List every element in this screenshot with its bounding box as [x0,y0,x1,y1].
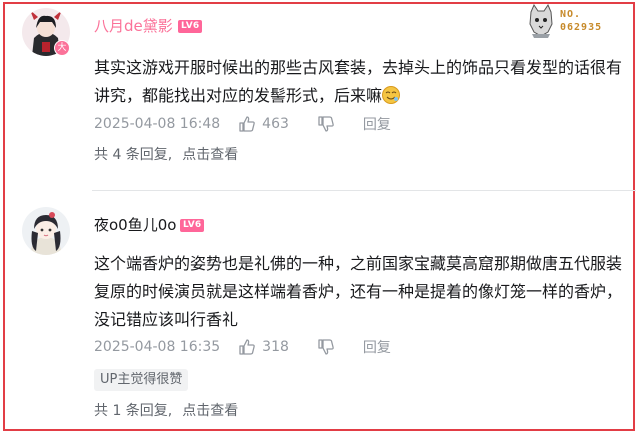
thumbs-up-icon [239,339,255,355]
doge-emoji-icon [382,86,401,104]
comment-text: 其实这游戏开服时候出的那些古风套装，去掉头上的饰品只看发型的话很有讲究，都能找出… [94,58,623,105]
sub-reply-count: 共 1 条回复, [94,403,173,419]
like-button[interactable]: 318 [238,338,289,356]
view-replies-link[interactable]: 点击查看 [182,147,238,163]
reply-button[interactable]: 回复 [363,337,391,357]
like-count: 463 [262,116,289,132]
up-liked-tag: UP主觉得很赞 [94,369,189,391]
comment-meta: 2025-04-08 16:35 318 回复 [94,337,391,357]
sub-replies: 共 4 条回复, 点击查看 [94,144,238,164]
thumbs-down-icon [318,116,334,132]
dislike-button[interactable] [317,115,335,133]
like-count: 318 [262,339,289,355]
watermark-text: NO. 062935 [560,9,603,33]
comment-text: 这个端香炉的姿势也是礼佛的一种，之前国家宝藏莫高窟那期做唐五代服装复原的时候演员… [94,254,623,329]
timestamp: 2025-04-08 16:48 [94,116,221,132]
thumbs-down-icon [318,339,334,355]
level-badge: LV6 [178,20,203,33]
wolf-mascot-icon [529,3,553,38]
comment-divider [92,190,636,191]
like-button[interactable]: 463 [238,115,289,133]
sub-replies: 共 1 条回复, 点击查看 [94,400,238,420]
vip-badge: 大 [54,40,70,56]
username[interactable]: 八月de黛影 [94,17,173,35]
dislike-button[interactable] [317,338,335,356]
watermark: NO. 062935 [526,3,622,38]
view-replies-link[interactable]: 点击查看 [182,403,238,419]
sub-reply-count: 共 4 条回复, [94,147,173,163]
avatar[interactable] [22,207,70,255]
comment-meta: 2025-04-08 16:48 463 回复 [94,114,391,134]
username[interactable]: 夜o0鱼儿0o [94,216,176,234]
thumbs-up-icon [239,116,255,132]
timestamp: 2025-04-08 16:35 [94,339,221,355]
level-badge: LV6 [180,219,205,232]
reply-button[interactable]: 回复 [363,114,391,134]
